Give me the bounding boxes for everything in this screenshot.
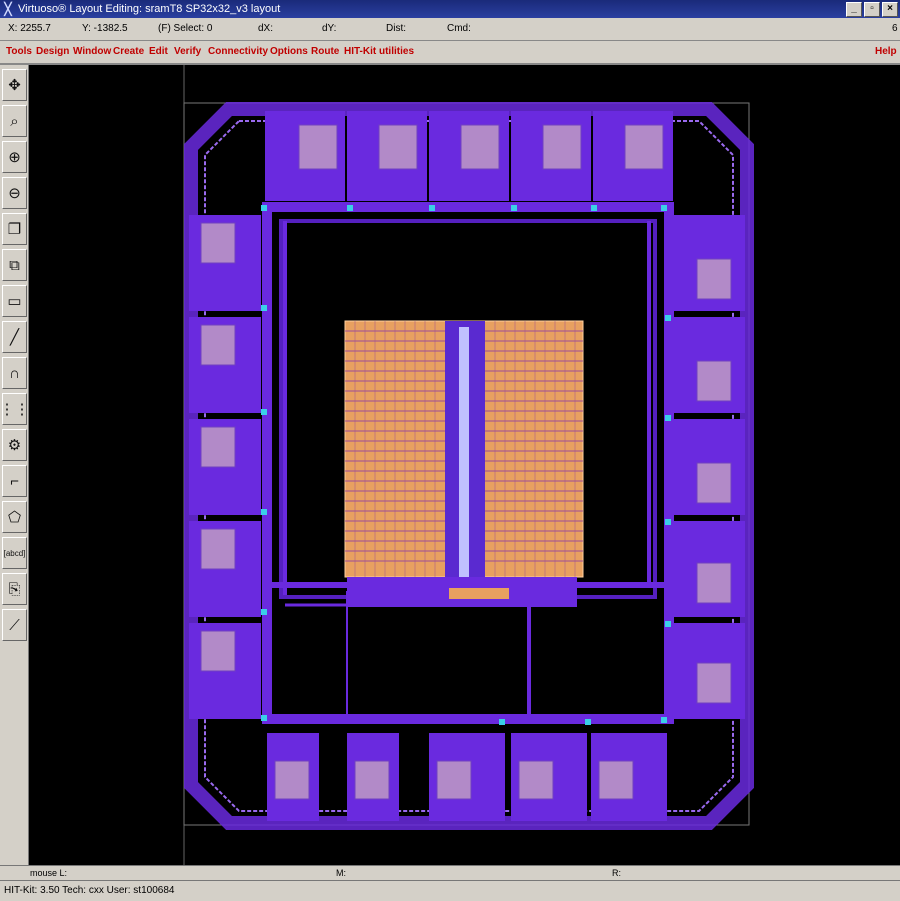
right-pads	[669, 215, 745, 719]
top-pads	[265, 111, 673, 201]
path-icon[interactable]: ╱	[2, 321, 27, 353]
menu-help[interactable]: Help	[875, 46, 897, 57]
polygon-icon[interactable]: ⬠	[2, 501, 27, 533]
menu-create[interactable]: Create	[113, 46, 144, 57]
wire-icon[interactable]: ⌐	[2, 465, 27, 497]
line-icon[interactable]: ⟋	[2, 609, 27, 641]
property-icon[interactable]: ⎘	[2, 573, 27, 605]
menu-bar: Tools Design Window Create Edit Verify C…	[0, 41, 900, 65]
mouse-status-bar: mouse L: M: R:	[0, 865, 900, 880]
mouse-left-label: mouse L:	[30, 868, 68, 878]
move-cursor-icon[interactable]: ✥	[2, 69, 27, 101]
zoom-in-icon[interactable]: ⊕	[2, 141, 27, 173]
rectangle-icon[interactable]: ▭	[2, 285, 27, 317]
menu-verify[interactable]: Verify	[174, 46, 201, 57]
menu-window[interactable]: Window	[73, 46, 111, 57]
layout-canvas[interactable]	[29, 65, 900, 865]
maximize-button[interactable]: ▫	[864, 1, 880, 17]
coordinate-bar: X: 2255.7 Y: -1382.5 (F) Select: 0 dX: d…	[0, 18, 900, 41]
x-coordinate: X: 2255.7	[8, 23, 51, 34]
menu-hit-kit-utilities[interactable]: HIT-Kit utilities	[344, 46, 414, 57]
close-button[interactable]: ×	[882, 1, 898, 17]
coord-extra: 6	[892, 23, 898, 34]
menu-tools[interactable]: Tools	[6, 46, 32, 57]
minimize-button[interactable]: _	[846, 1, 862, 17]
dy-readout: dY:	[322, 23, 337, 34]
zoom-out-icon[interactable]: ⊖	[2, 177, 27, 209]
ruler-icon[interactable]: ⋮⋮	[2, 393, 27, 425]
instance-icon[interactable]: ⚙	[2, 429, 27, 461]
menu-connectivity[interactable]: Connectivity	[208, 46, 268, 57]
bottom-pads	[267, 733, 667, 821]
menu-options[interactable]: Options	[270, 46, 308, 57]
stretch-icon[interactable]: ⧉	[2, 249, 27, 281]
zoom-fit-icon[interactable]: ⌕	[2, 105, 27, 137]
menu-edit[interactable]: Edit	[149, 46, 168, 57]
left-toolbar: ✥ ⌕ ⊕ ⊖ ❐ ⧉ ▭ ╱ ∩ ⋮⋮ ⚙ ⌐ ⬠ [abcd] ⎘ ⟋	[0, 65, 29, 865]
cmd-readout: Cmd:	[447, 23, 471, 34]
copy-icon[interactable]: ❐	[2, 213, 27, 245]
menu-route[interactable]: Route	[311, 46, 339, 57]
sram-array	[344, 320, 584, 607]
mouse-middle-label: M:	[336, 868, 346, 878]
layout-drawing	[183, 65, 754, 865]
label-icon[interactable]: [abcd]	[2, 537, 27, 569]
dist-readout: Dist:	[386, 23, 406, 34]
dx-readout: dX:	[258, 23, 274, 34]
kit-info: HIT-Kit: 3.50 Tech: cxx User: st100684	[4, 885, 175, 896]
select-count: (F) Select: 0	[158, 23, 213, 34]
window-title: Virtuoso® Layout Editing: sramT8 SP32x32…	[18, 3, 281, 15]
menu-design[interactable]: Design	[36, 46, 69, 57]
kit-status-bar: HIT-Kit: 3.50 Tech: cxx User: st100684	[0, 880, 900, 901]
title-bar: ╳ Virtuoso® Layout Editing: sramT8 SP32x…	[0, 0, 900, 18]
left-pads	[189, 215, 261, 719]
arc-icon[interactable]: ∩	[2, 357, 27, 389]
x-window-icon: ╳	[4, 2, 12, 16]
y-coordinate: Y: -1382.5	[82, 23, 128, 34]
mouse-right-label: R:	[612, 868, 621, 878]
